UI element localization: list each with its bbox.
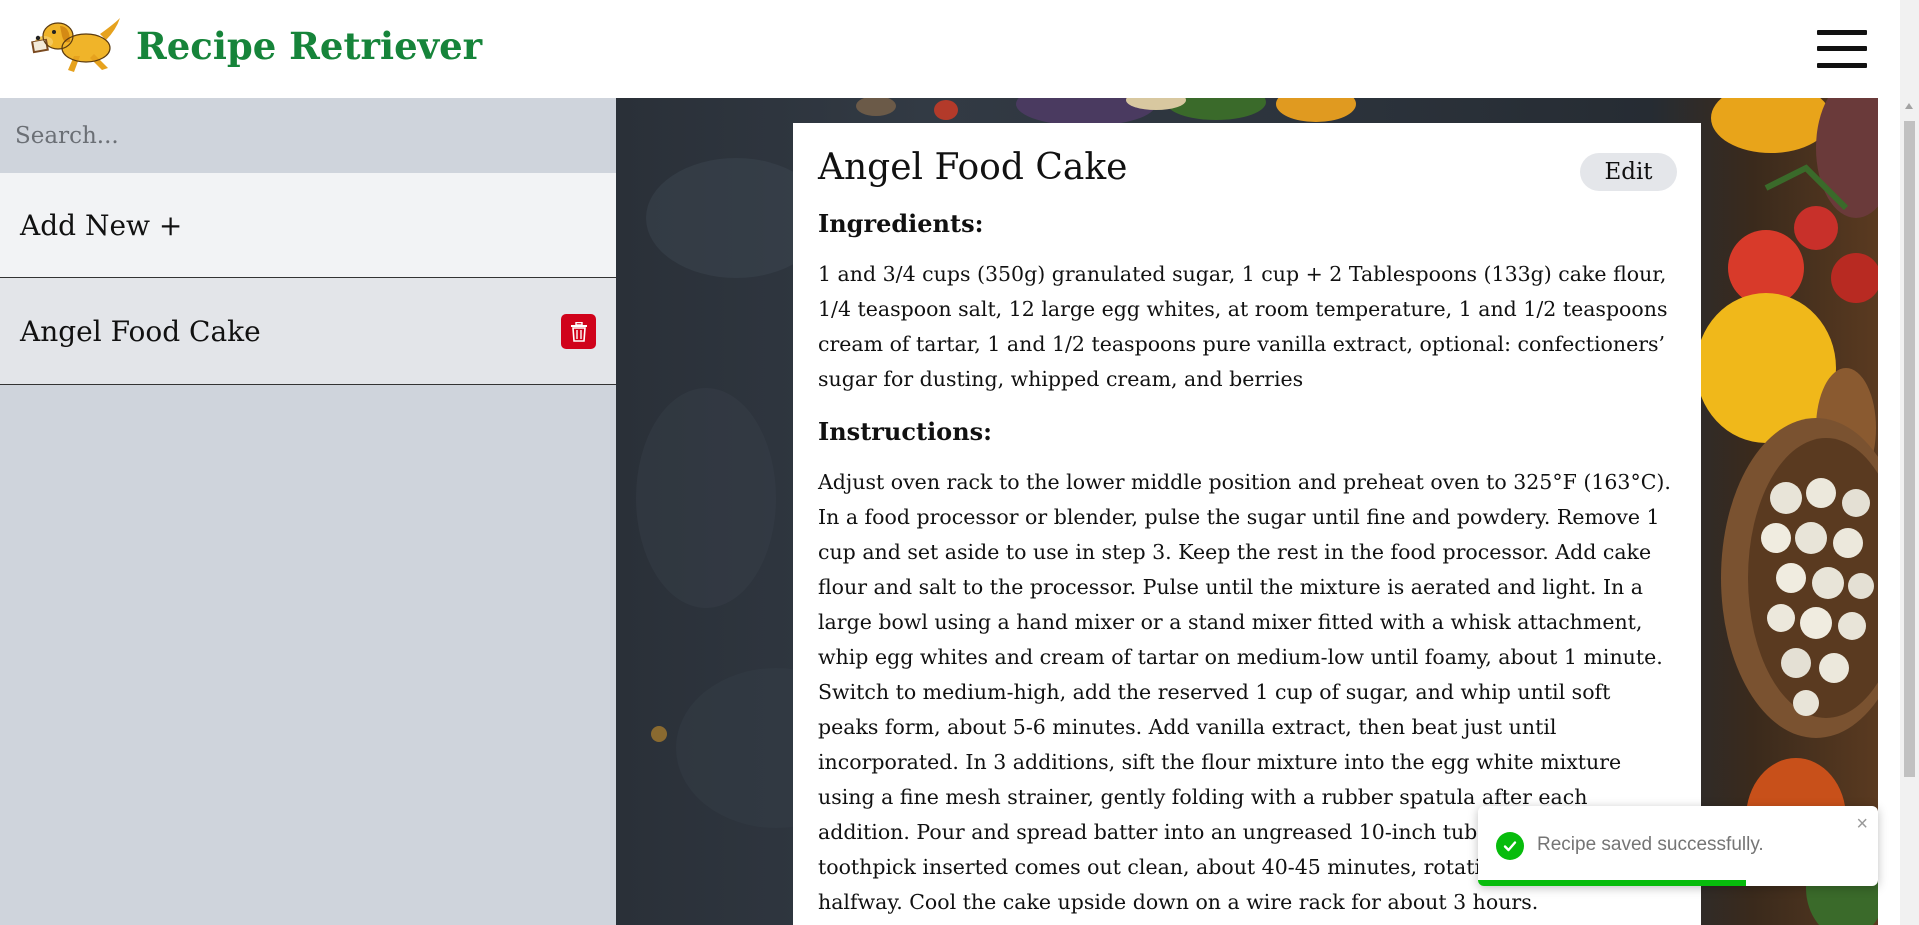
success-toast: Recipe saved successfully. × [1478, 806, 1878, 886]
recipe-list-item-name: Angel Food Cake [20, 314, 261, 348]
page-scrollbar[interactable] [1900, 0, 1919, 925]
edit-button[interactable]: Edit [1580, 153, 1677, 191]
search-input[interactable] [0, 98, 616, 173]
ingredients-text: 1 and 3/4 cups (350g) granulated sugar, … [818, 262, 1668, 391]
recipe-title: Angel Food Cake [818, 147, 1128, 188]
delete-recipe-button[interactable] [561, 314, 596, 349]
recipe-card: Angel Food Cake Edit Ingredients: 1 and … [793, 123, 1701, 925]
toast-message: Recipe saved successfully. [1537, 834, 1764, 855]
toast-close-icon[interactable]: × [1856, 814, 1868, 834]
recipe-list-item[interactable]: Angel Food Cake [0, 278, 616, 385]
scroll-up-arrow-icon[interactable] [1905, 103, 1913, 109]
trash-icon [570, 321, 587, 342]
hamburger-menu-icon[interactable] [1817, 30, 1867, 68]
golden-retriever-logo-icon[interactable] [30, 14, 124, 76]
sidebar: Add New + Angel Food Cake [0, 98, 616, 925]
toast-progress-bar [1478, 880, 1746, 886]
app-title[interactable]: Recipe Retriever [136, 24, 482, 68]
app-header: Recipe Retriever [0, 0, 1900, 98]
add-new-button[interactable]: Add New + [0, 173, 616, 278]
add-new-label: Add New + [20, 208, 183, 242]
instructions-heading: Instructions: [818, 417, 993, 446]
check-circle-icon [1496, 832, 1524, 860]
ingredients-heading: Ingredients: [818, 209, 984, 238]
scrollbar-thumb[interactable] [1904, 121, 1915, 777]
